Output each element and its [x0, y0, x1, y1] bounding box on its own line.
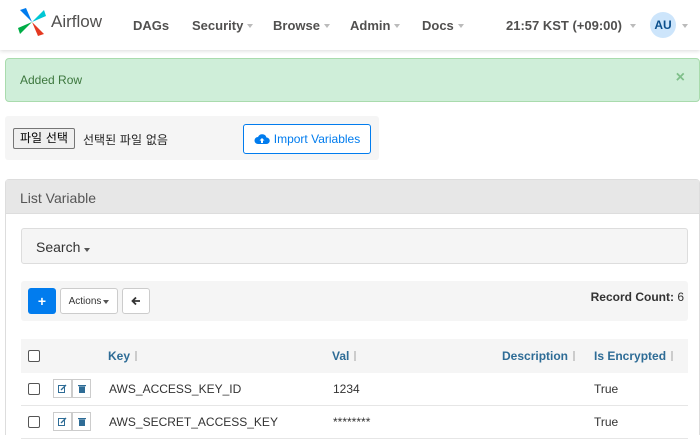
- no-file-selected-label: 선택된 파일 없음: [83, 133, 168, 147]
- success-alert: Added Row ×: [5, 58, 700, 102]
- record-count: Record Count: 6: [591, 290, 684, 304]
- import-variables-form: 파일 선택 선택된 파일 없음 Import Variables: [5, 116, 379, 160]
- nav-browse[interactable]: Browse: [273, 0, 330, 50]
- actions-dropdown[interactable]: Actions: [60, 288, 118, 314]
- column-val-label: Val: [332, 349, 350, 363]
- import-variables-label: Import Variables: [273, 132, 361, 146]
- trash-icon: [77, 418, 86, 426]
- choose-file-button[interactable]: 파일 선택: [13, 128, 75, 149]
- column-description[interactable]: Description: [502, 349, 577, 363]
- delete-record-button[interactable]: [72, 412, 91, 431]
- delete-record-button[interactable]: [72, 379, 91, 398]
- record-count-label: Record Count:: [590, 290, 674, 304]
- table-header: Key Val Description Is Encrypted: [21, 339, 688, 373]
- list-variable-panel: List Variable Search + Actions Record Co…: [5, 179, 700, 439]
- trash-icon: [77, 385, 86, 393]
- current-time: 21:57 KST (+09:00): [506, 17, 622, 33]
- nav-admin-label: Admin: [350, 17, 391, 33]
- back-button[interactable]: [122, 288, 150, 314]
- edit-record-button[interactable]: [53, 412, 72, 431]
- avatar: AU: [650, 12, 676, 38]
- nav-docs[interactable]: Docs: [422, 0, 464, 50]
- row-val: 1234: [333, 382, 360, 396]
- list-toolbar: + Actions Record Count: 6: [21, 281, 688, 321]
- nav-security-label: Security: [192, 17, 244, 33]
- column-key[interactable]: Key: [108, 349, 139, 363]
- brand-name: Airflow: [51, 12, 103, 31]
- arrow-left-icon: [131, 296, 140, 306]
- user-menu[interactable]: AU: [650, 0, 688, 50]
- chevron-down-icon: [103, 300, 110, 304]
- sort-icon: [353, 351, 358, 361]
- nav-dags-label: DAGs: [133, 17, 170, 33]
- column-val[interactable]: Val: [332, 349, 358, 363]
- chevron-down-icon: [629, 24, 636, 28]
- row-key: AWS_SECRET_ACCESS_KEY: [109, 415, 278, 429]
- row-checkbox[interactable]: [28, 383, 40, 395]
- brand[interactable]: Airflow: [16, 6, 102, 38]
- sort-icon: [670, 351, 675, 361]
- nav-docs-label: Docs: [422, 17, 454, 33]
- edit-icon: [58, 384, 67, 393]
- panel-header: List Variable: [6, 180, 699, 214]
- nav-security[interactable]: Security: [192, 0, 254, 50]
- row-checkbox[interactable]: [28, 416, 40, 428]
- row-key: AWS_ACCESS_KEY_ID: [109, 382, 242, 396]
- column-is-encrypted[interactable]: Is Encrypted: [594, 349, 675, 363]
- chevron-down-icon: [682, 24, 688, 28]
- chevron-down-icon: [457, 24, 464, 28]
- top-navbar: Airflow DAGs Security Browse Admin Docs …: [0, 0, 700, 50]
- column-description-label: Description: [502, 349, 569, 363]
- add-record-button[interactable]: +: [28, 288, 56, 314]
- nav-dags[interactable]: DAGs: [133, 0, 169, 50]
- actions-label: Actions: [68, 295, 102, 307]
- airflow-logo-icon: [18, 8, 46, 36]
- import-variables-button[interactable]: Import Variables: [243, 124, 371, 154]
- row-val: ********: [333, 415, 371, 429]
- table-row: AWS_SECRET_ACCESS_KEY ******** True: [21, 406, 688, 439]
- nav-admin[interactable]: Admin: [350, 0, 401, 50]
- search-label: Search: [36, 239, 81, 255]
- column-key-label: Key: [108, 349, 131, 363]
- column-is-encrypted-label: Is Encrypted: [594, 349, 667, 363]
- table-row: AWS_ACCESS_KEY_ID 1234 True: [21, 373, 688, 406]
- search-toggle[interactable]: Search: [36, 239, 91, 255]
- nav-browse-label: Browse: [273, 17, 320, 33]
- edit-record-button[interactable]: [53, 379, 72, 398]
- panel-title: List Variable: [20, 190, 97, 206]
- cloud-upload-icon: [254, 134, 270, 144]
- edit-icon: [58, 417, 67, 426]
- row-encrypted: True: [594, 382, 619, 396]
- chevron-down-icon: [323, 24, 330, 28]
- chevron-down-icon: [84, 248, 91, 252]
- row-encrypted: True: [594, 415, 619, 429]
- chevron-down-icon: [394, 24, 401, 28]
- chevron-down-icon: [247, 24, 254, 28]
- sort-icon: [134, 351, 139, 361]
- alert-message: Added Row: [20, 73, 83, 87]
- sort-icon: [572, 351, 577, 361]
- record-count-value: 6: [677, 290, 684, 304]
- close-icon[interactable]: ×: [676, 69, 685, 87]
- timezone-menu[interactable]: 21:57 KST (+09:00): [506, 0, 636, 50]
- search-bar[interactable]: Search: [21, 228, 688, 264]
- select-all-checkbox[interactable]: [28, 350, 40, 362]
